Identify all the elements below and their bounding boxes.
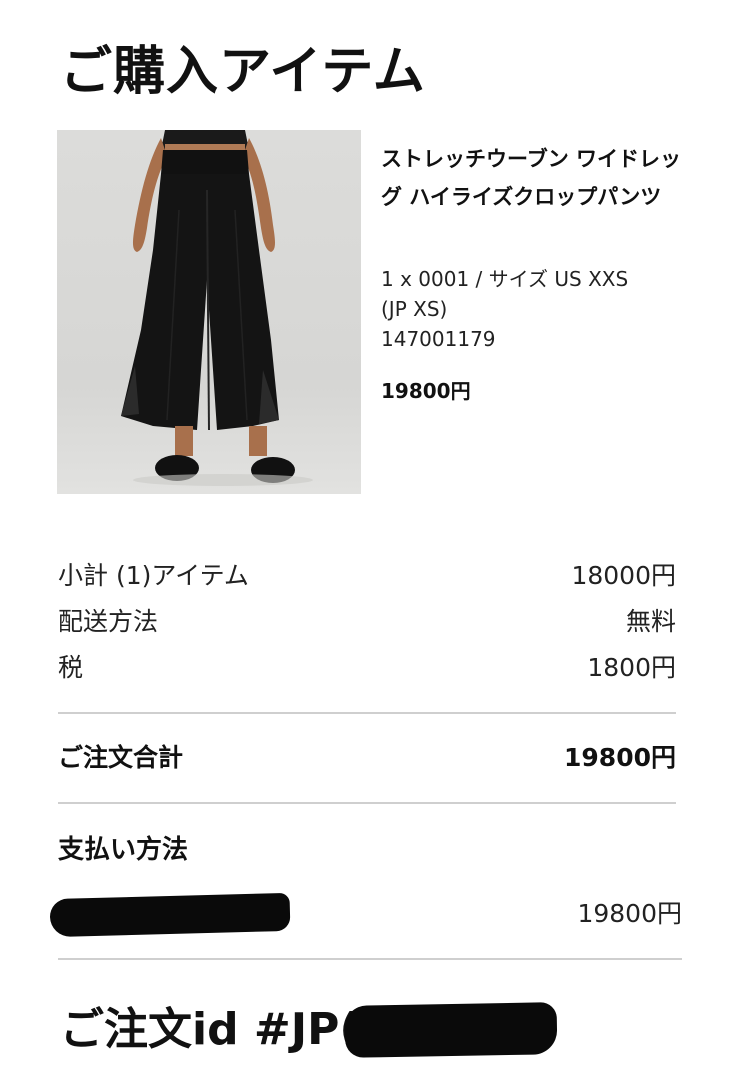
tax-value: 1800円 <box>587 653 676 682</box>
product-variant-line: 1 x 0001 / サイズ US XXS <box>381 267 629 291</box>
product-variant-info: 1 x 0001 / サイズ US XXS (JP XS) 147001179 <box>381 264 701 354</box>
shipping-value: 無料 <box>625 607 676 636</box>
divider <box>58 958 682 960</box>
product-variant-line-2: (JP XS) <box>381 297 448 321</box>
order-total-value: 19800円 <box>564 743 676 772</box>
page-title: ご購入アイテム <box>60 42 426 102</box>
payment-method-heading: 支払い方法 <box>58 835 189 865</box>
product-photo-illustration <box>121 130 313 486</box>
shipping-label: 配送方法 <box>58 607 159 636</box>
shipping-row: 配送方法 無料 <box>58 604 676 640</box>
subtotal-value: 18000円 <box>571 561 676 590</box>
subtotal-label: 小計 (1)アイテム <box>58 561 249 590</box>
subtotal-row: 小計 (1)アイテム 18000円 <box>58 558 676 594</box>
redacted-order-number <box>344 1002 558 1058</box>
order-id: ご注文id #JP( <box>60 1004 360 1055</box>
payment-row: 19800円 <box>58 896 682 932</box>
product-name[interactable]: ストレッチウーブン ワイドレッグ ハイライズクロップパンツ <box>381 140 701 216</box>
divider <box>58 712 676 714</box>
divider <box>58 802 676 804</box>
payment-amount: 19800円 <box>577 899 682 928</box>
product-sku: 147001179 <box>381 327 496 351</box>
order-total-row: ご注文合計 19800円 <box>58 740 676 776</box>
tax-row: 税 1800円 <box>58 650 676 686</box>
tax-label: 税 <box>58 653 84 682</box>
product-price: 19800円 <box>381 379 471 403</box>
order-total-label: ご注文合計 <box>58 743 184 772</box>
product-image[interactable] <box>57 130 361 494</box>
